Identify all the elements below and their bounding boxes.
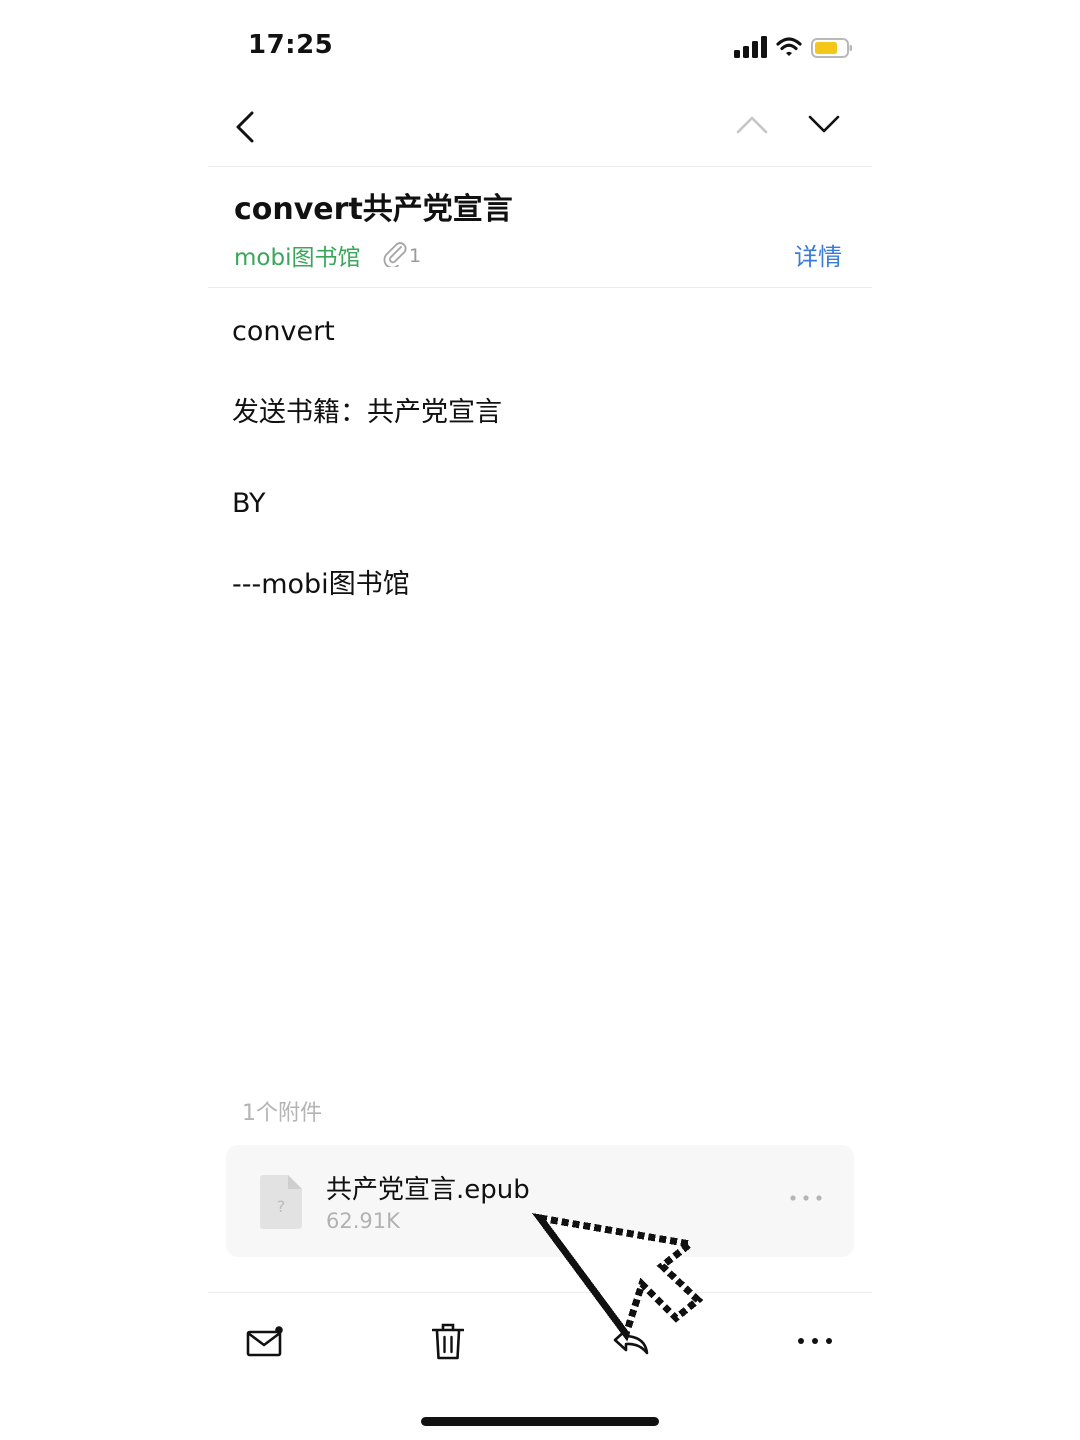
trash-icon[interactable]: [432, 1322, 464, 1360]
battery-icon: [811, 38, 852, 58]
paperclip-icon: [383, 242, 407, 267]
next-email-chevron-down-icon[interactable]: [807, 112, 841, 136]
header-divider: [208, 166, 872, 167]
status-time: 17:25: [248, 30, 334, 60]
body-line: ---mobi图书馆: [232, 569, 410, 600]
body-divider: [208, 287, 872, 288]
email-subject: convert共产党宣言: [234, 192, 513, 227]
body-line: 发送书籍：共产党宣言: [232, 397, 502, 428]
back-chevron-icon[interactable]: [232, 110, 258, 144]
details-link[interactable]: 详情: [794, 237, 842, 272]
attachment-more-icon[interactable]: [788, 1191, 824, 1205]
unknown-file-icon: ?: [260, 1175, 302, 1229]
cellular-signal-icon: [734, 36, 767, 58]
attachment-name: 共产党宣言.epub: [326, 1175, 530, 1205]
body-line: convert: [232, 316, 335, 347]
pointer-cursor-icon: [531, 1213, 704, 1342]
body-line: BY: [232, 488, 266, 519]
svg-text:?: ?: [277, 1197, 286, 1216]
attachments-label: 1个附件: [242, 1101, 322, 1126]
wifi-icon: [776, 37, 802, 56]
more-icon[interactable]: [796, 1334, 834, 1348]
home-indicator: [421, 1417, 659, 1426]
attachment-indicator: 1: [382, 241, 421, 267]
mail-icon[interactable]: [246, 1324, 284, 1358]
attachment-count: 1: [409, 245, 422, 267]
attachment-size: 62.91K: [326, 1209, 400, 1233]
previous-email-chevron-up-icon[interactable]: [735, 112, 769, 136]
sender-name[interactable]: mobi图书馆: [234, 238, 360, 272]
